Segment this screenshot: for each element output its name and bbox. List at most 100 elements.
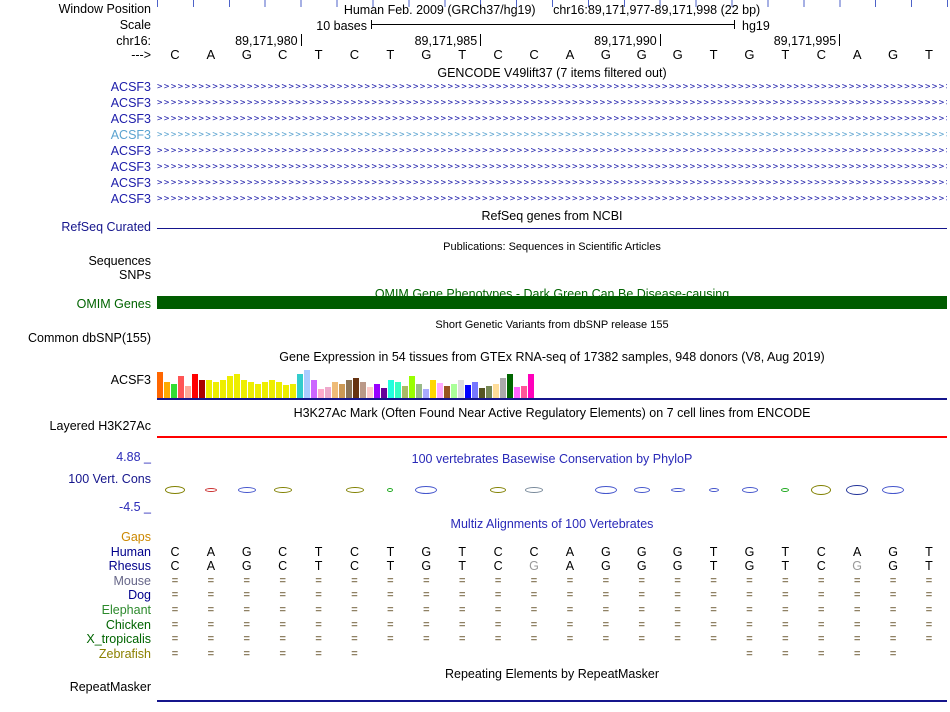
multiz-species-row[interactable]: Dog = = = = = = = = = = = = = = = = = = = = = =: [0, 588, 950, 603]
gtex-expression-bar[interactable]: [493, 384, 499, 398]
species-label[interactable]: X_tropicalis: [0, 633, 151, 646]
gencode-transcript-row[interactable]: ACSF3 >>>>>>>>>>>>>>>>>>>>>>>>>>>>>>>>>>>…: [0, 112, 950, 128]
multiz-species-row[interactable]: Zebrafish = = = = = = = = = = =: [0, 647, 950, 662]
gtex-expression-bar[interactable]: [255, 384, 261, 398]
gtex-expression-bar[interactable]: [507, 374, 513, 398]
gtex-expression-bar[interactable]: [199, 380, 205, 398]
gtex-expression-bar[interactable]: [465, 385, 471, 398]
common-dbsnp-label[interactable]: Common dbSNP(155): [0, 332, 151, 345]
multiz-species-row[interactable]: Mouse = = = = = = = = = = = = = = = = = = = = = =: [0, 574, 950, 589]
omim-gene-bar[interactable]: [157, 296, 947, 309]
gtex-expression-bar[interactable]: [451, 384, 457, 398]
vert-cons-label[interactable]: 100 Vert. Cons: [0, 473, 151, 486]
multiz-species-row[interactable]: Human C A G C T C T G T C C A G G G T G T C A G T: [0, 545, 950, 560]
multiz-species-row[interactable]: Elephant = = = = = = = = = = = = = = = = = = = = = =: [0, 603, 950, 618]
gencode-item-label[interactable]: ACSF3: [0, 113, 151, 126]
gencode-transcript-row[interactable]: ACSF3 >>>>>>>>>>>>>>>>>>>>>>>>>>>>>>>>>>>…: [0, 144, 950, 160]
layered-h3k27ac-label[interactable]: Layered H3K27Ac: [0, 420, 151, 433]
repeatmasker-title[interactable]: Repeating Elements by RepeatMasker: [157, 667, 947, 681]
gtex-expression-bar[interactable]: [479, 388, 485, 398]
gtex-expression-bar[interactable]: [409, 376, 415, 398]
gtex-expression-bar[interactable]: [283, 385, 289, 398]
gtex-expression-bar[interactable]: [304, 370, 310, 398]
gtex-expression-bar[interactable]: [402, 386, 408, 398]
refseq-title[interactable]: RefSeq genes from NCBI: [157, 209, 947, 223]
gencode-item-label[interactable]: ACSF3: [0, 161, 151, 174]
gtex-expression-bar[interactable]: [437, 383, 443, 398]
gtex-expression-bar[interactable]: [276, 382, 282, 398]
phylop-title[interactable]: 100 vertebrates Basewise Conservation by…: [157, 452, 947, 466]
gtex-expression-bar[interactable]: [374, 384, 380, 398]
species-label[interactable]: Rhesus: [0, 560, 151, 573]
omim-genes-label[interactable]: OMIM Genes: [0, 298, 151, 311]
gencode-transcript-row[interactable]: ACSF3 >>>>>>>>>>>>>>>>>>>>>>>>>>>>>>>>>>>…: [0, 160, 950, 176]
gencode-title[interactable]: GENCODE V49lift37 (7 items filtered out): [157, 66, 947, 80]
gtex-expression-bar[interactable]: [269, 380, 275, 398]
gencode-item-label[interactable]: ACSF3: [0, 177, 151, 190]
multiz-title[interactable]: Multiz Alignments of 100 Vertebrates: [157, 517, 947, 531]
gtex-expression-bar[interactable]: [430, 380, 436, 398]
gtex-expression-bar[interactable]: [206, 380, 212, 398]
gencode-transcript-row[interactable]: ACSF3 >>>>>>>>>>>>>>>>>>>>>>>>>>>>>>>>>>>…: [0, 80, 950, 96]
gtex-expression-bar[interactable]: [325, 387, 331, 398]
species-label[interactable]: Gaps: [0, 531, 151, 544]
sequences-label[interactable]: Sequences: [0, 255, 151, 268]
gtex-expression-bar[interactable]: [262, 382, 268, 398]
gtex-expression-bar[interactable]: [171, 384, 177, 398]
refseq-curated-line[interactable]: [157, 228, 947, 229]
gtex-expression-bar[interactable]: [318, 389, 324, 398]
gencode-item-label[interactable]: ACSF3: [0, 81, 151, 94]
gtex-expression-bar[interactable]: [339, 384, 345, 398]
gtex-expression-bar[interactable]: [500, 378, 506, 398]
gtex-expression-bar[interactable]: [213, 382, 219, 398]
gtex-expression-bar[interactable]: [521, 386, 527, 398]
gtex-expression-bar[interactable]: [178, 376, 184, 398]
gencode-transcript-row[interactable]: ACSF3 >>>>>>>>>>>>>>>>>>>>>>>>>>>>>>>>>>>…: [0, 128, 950, 144]
gtex-expression-bar[interactable]: [360, 382, 366, 398]
gtex-expression-bar[interactable]: [388, 380, 394, 398]
gtex-expression-bar[interactable]: [381, 388, 387, 398]
multiz-species-row[interactable]: Chicken = = = = = = = = = = = = = = = = = = = = = =: [0, 618, 950, 633]
gencode-item-label[interactable]: ACSF3: [0, 145, 151, 158]
multiz-species-row[interactable]: X_tropicalis = = = = = = = = = = = = = = = = = = = = = =: [0, 632, 950, 647]
gtex-expression-bar[interactable]: [185, 386, 191, 398]
gtex-expression-bar[interactable]: [346, 380, 352, 398]
gtex-expression-bar[interactable]: [472, 382, 478, 398]
gtex-expression-bar[interactable]: [220, 380, 226, 398]
publications-title[interactable]: Publications: Sequences in Scientific Ar…: [157, 241, 947, 253]
gtex-title[interactable]: Gene Expression in 54 tissues from GTEx …: [157, 350, 947, 364]
gtex-expression-bar[interactable]: [458, 380, 464, 398]
species-label[interactable]: Dog: [0, 589, 151, 602]
snps-label[interactable]: SNPs: [0, 269, 151, 282]
gencode-transcript-row[interactable]: ACSF3 >>>>>>>>>>>>>>>>>>>>>>>>>>>>>>>>>>>…: [0, 176, 950, 192]
gtex-expression-bar[interactable]: [423, 389, 429, 398]
species-label[interactable]: Chicken: [0, 618, 151, 632]
multiz-species-row[interactable]: Gaps: [0, 530, 950, 545]
gencode-item-label[interactable]: ACSF3: [0, 97, 151, 110]
refseq-curated-label[interactable]: RefSeq Curated: [0, 221, 151, 234]
gtex-expression-bar[interactable]: [367, 387, 373, 398]
gtex-expression-bar[interactable]: [290, 384, 296, 398]
gtex-expression-bar[interactable]: [297, 374, 303, 398]
repeatmasker-label[interactable]: RepeatMasker: [0, 681, 151, 694]
gencode-item-label[interactable]: ACSF3: [0, 129, 151, 142]
gtex-expression-bar[interactable]: [241, 380, 247, 398]
gtex-expression-bar[interactable]: [311, 380, 317, 398]
gtex-expression-bar[interactable]: [227, 376, 233, 398]
gtex-expression-bar[interactable]: [192, 374, 198, 398]
gtex-expression-bar[interactable]: [234, 374, 240, 398]
species-label[interactable]: Human: [0, 545, 151, 559]
gtex-expression-bar[interactable]: [395, 382, 401, 398]
gtex-expression-bar[interactable]: [514, 387, 520, 398]
multiz-species-row[interactable]: Rhesus C A G C T C T G T C G A G G G T G T C G G T: [0, 559, 950, 574]
dbsnp-title[interactable]: Short Genetic Variants from dbSNP releas…: [157, 319, 947, 331]
gencode-item-label[interactable]: ACSF3: [0, 193, 151, 206]
gtex-expression-bar[interactable]: [486, 386, 492, 398]
gtex-expression-bar[interactable]: [416, 384, 422, 398]
species-label[interactable]: Zebrafish: [0, 647, 151, 661]
gtex-expression-bar[interactable]: [164, 382, 170, 398]
gencode-transcript-row[interactable]: ACSF3 >>>>>>>>>>>>>>>>>>>>>>>>>>>>>>>>>>>…: [0, 192, 950, 208]
gtex-expression-bar[interactable]: [444, 386, 450, 398]
gtex-expression-bar[interactable]: [332, 382, 338, 398]
gtex-expression-bar[interactable]: [353, 378, 359, 398]
